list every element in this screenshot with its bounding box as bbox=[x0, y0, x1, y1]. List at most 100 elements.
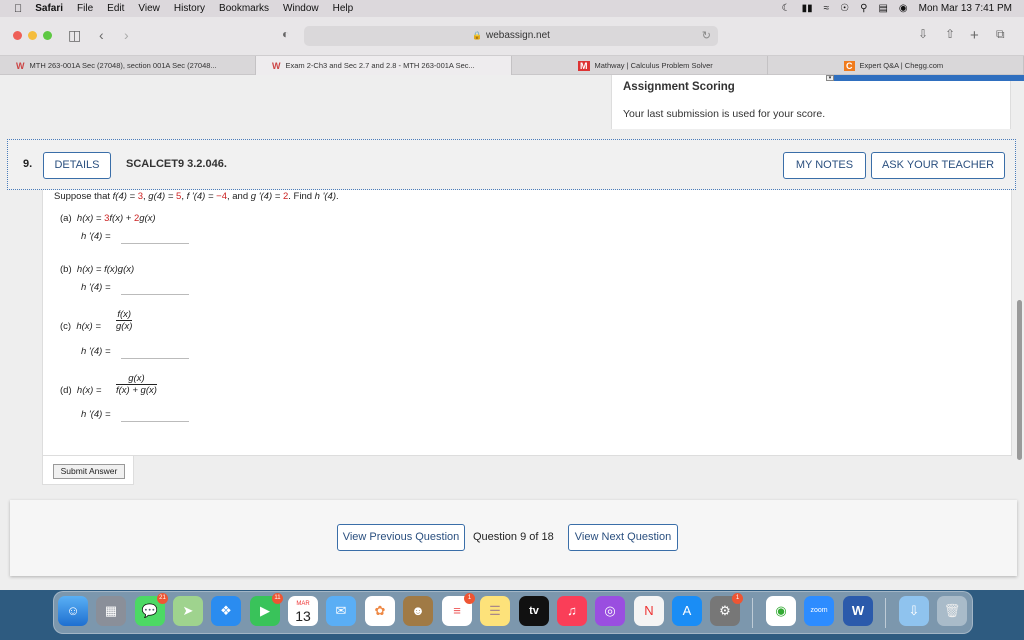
part-d-numerator: g(x) bbox=[116, 373, 157, 385]
zoom-icon[interactable]: zoom bbox=[804, 596, 834, 626]
menu-safari[interactable]: Safari bbox=[28, 3, 70, 14]
launchpad-icon[interactable]: ▦ bbox=[96, 596, 126, 626]
view-previous-question-button[interactable]: View Previous Question bbox=[337, 524, 465, 551]
minimize-window-button[interactable] bbox=[28, 31, 37, 40]
word-icon[interactable]: W bbox=[843, 596, 873, 626]
zoom-window-button[interactable] bbox=[43, 31, 52, 40]
photos-icon[interactable]: ✿ bbox=[365, 596, 395, 626]
apple-menu-icon[interactable]:  bbox=[0, 3, 28, 15]
question-header: 9. DETAILS SCALCET9 3.2.046. MY NOTES AS… bbox=[7, 139, 1016, 190]
webpage: Assignment Scoring Your last submission … bbox=[0, 75, 1024, 590]
sidebar-icon[interactable]: ◫ bbox=[68, 27, 81, 44]
finder-icon[interactable]: ☺ bbox=[58, 596, 88, 626]
tab-mathway[interactable]: M Mathway | Calculus Problem Solver bbox=[512, 56, 768, 75]
maps-icon[interactable]: ➤ bbox=[173, 596, 203, 626]
menu-history[interactable]: History bbox=[167, 3, 212, 14]
menu-file[interactable]: File bbox=[70, 3, 100, 14]
question-prompt: Suppose that f(4) = 3, g(4) = 5, f '(4) … bbox=[54, 191, 339, 202]
submit-answer-button[interactable]: Submit Answer bbox=[53, 464, 125, 479]
part-d-fraction: g(x) f(x) + g(x) bbox=[116, 373, 157, 396]
menu-bookmarks[interactable]: Bookmarks bbox=[212, 3, 276, 14]
spotlight-search-icon[interactable]: ⚲ bbox=[860, 3, 867, 14]
new-tab-icon[interactable]: + bbox=[970, 27, 979, 44]
ask-your-teacher-button[interactable]: ASK YOUR TEACHER bbox=[871, 152, 1005, 179]
downloads-folder-icon[interactable]: ⇩ bbox=[899, 596, 929, 626]
privacy-shield-icon[interactable]: ◐ bbox=[282, 27, 289, 41]
moon-icon[interactable]: ☾ bbox=[782, 3, 791, 14]
browser-toolbar: ◫ ‹ › ◐ 🔒 webassign.net ↻ ⇩ ⇧ + ⧉ bbox=[0, 17, 1024, 56]
apple-tv-icon[interactable]: tv bbox=[519, 596, 549, 626]
question-navigation: View Previous Question Question 9 of 18 … bbox=[10, 500, 1017, 576]
podcasts-icon[interactable]: ◎ bbox=[595, 596, 625, 626]
app-store-icon[interactable]: A bbox=[672, 596, 702, 626]
reload-icon[interactable]: ↻ bbox=[702, 26, 711, 46]
downloads-icon[interactable]: ⇩ bbox=[918, 27, 928, 41]
menu-bar:  Safari File Edit View History Bookmark… bbox=[0, 0, 1024, 17]
menu-edit[interactable]: Edit bbox=[100, 3, 131, 14]
music-icon[interactable]: ♫ bbox=[557, 596, 587, 626]
siri-icon[interactable]: ◉ bbox=[899, 3, 908, 14]
part-b-answer-label: h '(4) = bbox=[81, 282, 111, 293]
view-next-question-button[interactable]: View Next Question bbox=[568, 524, 678, 551]
news-icon[interactable]: N bbox=[634, 596, 664, 626]
part-d-answer-input[interactable] bbox=[121, 408, 189, 422]
webassign-icon: W bbox=[272, 60, 281, 71]
back-icon[interactable]: ‹ bbox=[99, 27, 104, 43]
trash-icon[interactable]: 🗑 bbox=[937, 596, 967, 626]
messages-icon[interactable]: 💬 21 bbox=[135, 593, 168, 626]
facetime-badge: 11 bbox=[272, 593, 283, 604]
mail-icon[interactable]: ✉ bbox=[326, 596, 356, 626]
messages-badge: 21 bbox=[157, 593, 168, 604]
tab-chegg[interactable]: C Expert Q&A | Chegg.com bbox=[768, 56, 1024, 75]
part-c-answer-input[interactable] bbox=[121, 345, 189, 359]
wifi-icon[interactable]: ≈ bbox=[824, 3, 830, 14]
tab-overview-icon[interactable]: ⧉ bbox=[996, 27, 1005, 42]
part-a-answer-label: h '(4) = bbox=[81, 231, 111, 242]
part-c-numerator: f(x) bbox=[116, 309, 133, 321]
close-window-button[interactable] bbox=[13, 31, 22, 40]
details-button[interactable]: DETAILS bbox=[43, 152, 111, 179]
safari-icon[interactable]: ❖ bbox=[211, 596, 241, 626]
part-a-answer-input[interactable] bbox=[121, 230, 189, 244]
tab-bar: W MTH 263-001A Sec (27048), section 001A … bbox=[0, 56, 1024, 75]
tab-label: MTH 263-001A Sec (27048), section 001A S… bbox=[29, 61, 217, 70]
part-c-fraction: f(x) g(x) bbox=[116, 309, 133, 332]
dock: ☺ ▦ 💬 21 ➤ ❖ ▶ 11 MAR 13 ✉ ✿ ☻ ≡ 1 ☰ tv ♫ ◎… bbox=[53, 591, 973, 634]
clock[interactable]: Mon Mar 13 7:41 PM bbox=[919, 3, 1012, 14]
tab-label: Mathway | Calculus Problem Solver bbox=[594, 61, 713, 70]
forward-icon[interactable]: › bbox=[124, 27, 129, 43]
user-icon[interactable]: ☉ bbox=[840, 3, 849, 14]
dropdown-arrow-icon[interactable]: ▾ bbox=[826, 75, 834, 81]
reminders-badge: 1 bbox=[464, 593, 475, 604]
dock-separator bbox=[885, 598, 886, 628]
notes-icon[interactable]: ☰ bbox=[480, 596, 510, 626]
reminders-icon[interactable]: ≡ 1 bbox=[442, 593, 475, 626]
calendar-day: 13 bbox=[295, 608, 311, 624]
battery-icon[interactable]: ▮▮ bbox=[802, 3, 813, 14]
assignment-scoring-text: Your last submission is used for your sc… bbox=[623, 108, 826, 120]
facetime-icon[interactable]: ▶ 11 bbox=[250, 593, 283, 626]
menu-view[interactable]: View bbox=[131, 3, 167, 14]
menu-help[interactable]: Help bbox=[326, 3, 361, 14]
assignment-scoring-panel: Assignment Scoring Your last submission … bbox=[611, 75, 1011, 129]
question-number: 9. bbox=[23, 158, 33, 170]
tab-mth-263[interactable]: W MTH 263-001A Sec (27048), section 001A … bbox=[0, 56, 256, 75]
settings-badge: 1 bbox=[732, 593, 743, 604]
share-icon[interactable]: ⇧ bbox=[945, 27, 955, 41]
mathway-icon: M bbox=[578, 60, 590, 71]
part-b-answer-input[interactable] bbox=[121, 281, 189, 295]
control-center-icon[interactable]: ▤ bbox=[878, 3, 887, 14]
chrome-icon[interactable]: ◉ bbox=[766, 596, 796, 626]
my-notes-button[interactable]: MY NOTES bbox=[783, 152, 866, 179]
page-scrollbar[interactable] bbox=[1017, 300, 1022, 460]
contacts-icon[interactable]: ☻ bbox=[403, 596, 433, 626]
system-settings-icon[interactable]: ⚙ 1 bbox=[710, 593, 743, 626]
part-d-denominator: f(x) + g(x) bbox=[116, 385, 157, 396]
tab-label: Exam 2-Ch3 and Sec 2.7 and 2.8 - MTH 263… bbox=[285, 61, 475, 70]
assignment-scoring-title: Assignment Scoring bbox=[623, 81, 735, 93]
menu-window[interactable]: Window bbox=[276, 3, 326, 14]
tab-exam-2[interactable]: W Exam 2-Ch3 and Sec 2.7 and 2.8 - MTH 26… bbox=[256, 56, 512, 75]
question-code: SCALCET9 3.2.046. bbox=[126, 158, 227, 170]
calendar-icon[interactable]: MAR 13 bbox=[288, 596, 318, 626]
address-bar[interactable]: 🔒 webassign.net ↻ bbox=[304, 26, 718, 46]
